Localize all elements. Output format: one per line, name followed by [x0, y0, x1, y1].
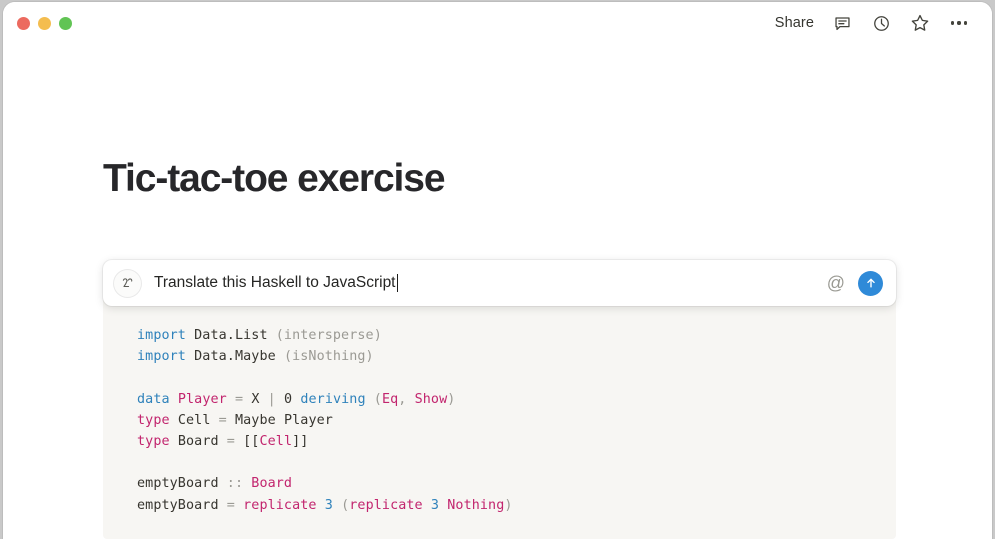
- code-token: ): [504, 498, 512, 513]
- code-token: Data.List: [186, 328, 276, 343]
- text-cursor: [397, 274, 399, 292]
- code-line: data Player = X | 0 deriving (Eq, Show): [137, 389, 896, 410]
- code-line: [137, 367, 896, 388]
- code-content: import Data.List (intersperse)import Dat…: [137, 325, 896, 539]
- code-token: replicate: [243, 498, 316, 513]
- code-token: ): [447, 392, 455, 407]
- code-line: emptyBoard = replicate 3 (replicate 3 No…: [137, 495, 896, 516]
- code-token: Cell: [178, 413, 211, 428]
- more-options-icon[interactable]: [948, 12, 970, 34]
- code-token: replicate: [349, 498, 422, 513]
- ai-prompt-actions: @: [827, 271, 885, 296]
- code-token: (intersperse): [276, 328, 382, 343]
- code-token: Nothing: [447, 498, 504, 513]
- code-token: ,: [398, 392, 414, 407]
- code-token: (isNothing): [284, 349, 374, 364]
- code-line: import Data.List (intersperse): [137, 325, 896, 346]
- code-token: [170, 413, 178, 428]
- code-token: [423, 498, 431, 513]
- code-token: (: [366, 392, 382, 407]
- ai-submit-button[interactable]: [858, 271, 883, 296]
- code-token: [[: [243, 434, 259, 449]
- share-button[interactable]: Share: [775, 15, 814, 31]
- close-window-button[interactable]: [17, 17, 30, 30]
- code-line: emptyBoard :: Board: [137, 473, 896, 494]
- page-title: Tic-tac-toe exercise: [103, 157, 444, 201]
- window-titlebar: Share: [3, 2, 992, 44]
- code-token: 0: [284, 392, 292, 407]
- code-token: [170, 392, 178, 407]
- code-token: 3: [325, 498, 333, 513]
- code-token: =: [210, 413, 235, 428]
- code-line: import Data.Maybe (isNothing): [137, 346, 896, 367]
- page-content: Tic-tac-toe exercise import Data.List (i…: [3, 44, 992, 539]
- code-token: type: [137, 413, 170, 428]
- ai-prompt-bar[interactable]: Translate this Haskell to JavaScript @: [103, 260, 896, 306]
- code-token: import: [137, 349, 186, 364]
- code-token: data: [137, 392, 170, 407]
- code-token: =: [219, 434, 244, 449]
- code-token: Player: [178, 392, 227, 407]
- code-token: Board: [178, 434, 219, 449]
- code-token: Board: [251, 476, 292, 491]
- code-line: [137, 516, 896, 537]
- ai-prompt-value: Translate this Haskell to JavaScript: [154, 274, 396, 292]
- code-line: type Cell = Maybe Player: [137, 410, 896, 431]
- code-token: [317, 498, 325, 513]
- code-token: Cell: [259, 434, 292, 449]
- code-token: deriving: [300, 392, 365, 407]
- code-token: import: [137, 328, 186, 343]
- code-token: Show: [415, 392, 448, 407]
- code-token: [170, 434, 178, 449]
- code-token: ]]: [292, 434, 308, 449]
- comment-icon[interactable]: [831, 12, 853, 34]
- code-token: |: [259, 392, 284, 407]
- code-line: type Board = [[Cell]]: [137, 431, 896, 452]
- history-clock-icon[interactable]: [870, 12, 892, 34]
- code-token: =: [219, 498, 244, 513]
- app-window: Share: [3, 2, 992, 539]
- code-token: Eq: [382, 392, 398, 407]
- titlebar-actions: Share: [775, 12, 976, 34]
- maximize-window-button[interactable]: [59, 17, 72, 30]
- traffic-light-controls: [17, 17, 72, 30]
- code-token: ::: [219, 476, 252, 491]
- code-token: Maybe Player: [235, 413, 333, 428]
- at-mention-icon[interactable]: @: [827, 274, 845, 292]
- star-icon[interactable]: [909, 12, 931, 34]
- ai-prompt-input[interactable]: Translate this Haskell to JavaScript: [141, 274, 827, 292]
- code-token: 3: [431, 498, 439, 513]
- code-token: (: [333, 498, 349, 513]
- code-token: emptyBoard: [137, 498, 219, 513]
- minimize-window-button[interactable]: [38, 17, 51, 30]
- code-line: [137, 452, 896, 473]
- code-token: =: [227, 392, 252, 407]
- code-block[interactable]: import Data.List (intersperse)import Dat…: [103, 294, 896, 539]
- code-token: emptyBoard: [137, 476, 219, 491]
- ai-assistant-icon: [114, 270, 141, 297]
- code-token: Data.Maybe: [186, 349, 284, 364]
- code-token: type: [137, 434, 170, 449]
